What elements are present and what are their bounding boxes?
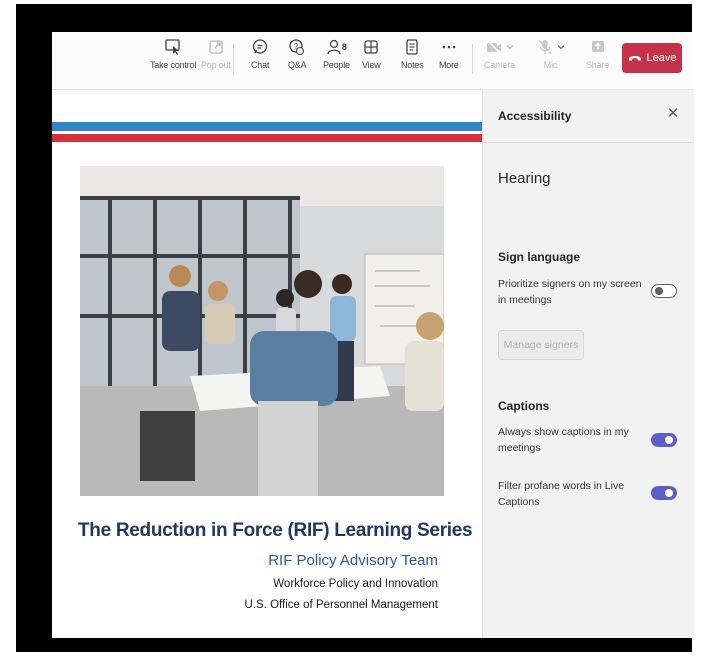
leave-label: Leave <box>646 52 677 64</box>
chat-button[interactable]: Chat <box>251 38 269 82</box>
slide-title: The Reduction in Force (RIF) Learning Se… <box>78 520 473 541</box>
captions-heading: Captions <box>498 399 550 413</box>
camera-label: Camera <box>484 60 515 70</box>
always-show-captions-label: Always show captions in my meetings <box>498 426 629 454</box>
panel-title: Accessibility <box>498 109 572 123</box>
toggle-knob <box>665 436 673 444</box>
leave-button[interactable]: Leave <box>622 43 682 73</box>
slide-subtitle: RIF Policy Advisory Team <box>268 552 438 569</box>
mic-label: Mic <box>543 60 558 70</box>
people-label: People <box>323 60 350 70</box>
chat-label: Chat <box>251 60 270 70</box>
teams-meeting-window: Take control Pop out Chat ? Q&A 8 People… <box>52 32 694 638</box>
toggle-knob <box>655 287 663 295</box>
accessibility-panel: Accessibility ✕ Hearing Sign language Pr… <box>482 90 694 638</box>
qa-icon: ? <box>289 39 305 56</box>
prioritize-signers-label: Prioritize signers on my screen in meeti… <box>498 278 642 306</box>
take-control-label: Take control <box>150 60 197 70</box>
people-button[interactable]: 8 People <box>323 38 350 82</box>
prioritize-signers-toggle[interactable] <box>651 284 677 298</box>
pop-out-icon <box>209 40 223 54</box>
toggle-knob <box>665 489 673 497</box>
pop-out-button[interactable]: Pop out <box>201 38 231 82</box>
black-frame: Take control Pop out Chat ? Q&A 8 People… <box>16 4 694 652</box>
grid-view-icon <box>364 40 378 54</box>
toolbar-separator <box>472 44 473 74</box>
share-button[interactable]: Share <box>586 38 609 82</box>
hearing-heading: Hearing <box>498 170 551 187</box>
notes-label: Notes <box>401 60 424 70</box>
manage-signers-button[interactable]: Manage signers <box>498 330 584 360</box>
filter-profane-toggle[interactable] <box>651 486 677 500</box>
slide-agency-line: U.S. Office of Personnel Management <box>244 599 438 611</box>
meeting-room-photo <box>80 166 444 496</box>
camera-off-icon <box>486 39 502 55</box>
mic-off-icon <box>538 39 552 55</box>
qa-label: Q&A <box>288 60 307 70</box>
chat-icon <box>252 39 268 54</box>
people-count: 8 <box>341 42 347 52</box>
panel-header: Accessibility ✕ <box>483 90 694 143</box>
filter-profane-label: Filter profane words in Live Captions <box>498 480 625 508</box>
meeting-toolbar: Take control Pop out Chat ? Q&A 8 People… <box>52 32 694 90</box>
camera-chevron-down-icon[interactable] <box>506 43 514 51</box>
notes-icon <box>406 39 418 55</box>
view-label: View <box>362 60 381 70</box>
more-label: More <box>439 60 459 70</box>
more-button[interactable]: More <box>439 38 459 82</box>
always-show-captions-toggle[interactable] <box>651 433 677 447</box>
hang-up-phone-icon <box>628 56 641 61</box>
people-icon <box>327 39 341 55</box>
mic-button[interactable]: Mic <box>536 38 565 82</box>
share-label: Share <box>586 60 610 70</box>
slide-red-stripe <box>52 134 482 142</box>
pop-out-label: Pop out <box>201 60 231 70</box>
close-icon[interactable]: ✕ <box>665 106 681 122</box>
more-icon <box>442 45 456 49</box>
take-control-icon <box>165 39 180 55</box>
mic-chevron-down-icon[interactable] <box>557 43 565 51</box>
share-icon <box>591 41 604 52</box>
camera-button[interactable]: Camera <box>484 38 515 82</box>
slide-blue-stripe <box>52 122 482 131</box>
view-button[interactable]: View <box>362 38 381 82</box>
shared-slide: The Reduction in Force (RIF) Learning Se… <box>52 90 482 638</box>
sign-language-heading: Sign language <box>498 250 581 264</box>
toolbar-separator <box>233 44 234 74</box>
notes-button[interactable]: Notes <box>401 38 424 82</box>
take-control-button[interactable]: Take control <box>150 38 196 82</box>
slide-organization-line: Workforce Policy and Innovation <box>273 578 438 590</box>
qa-button[interactable]: ? Q&A <box>288 38 307 82</box>
